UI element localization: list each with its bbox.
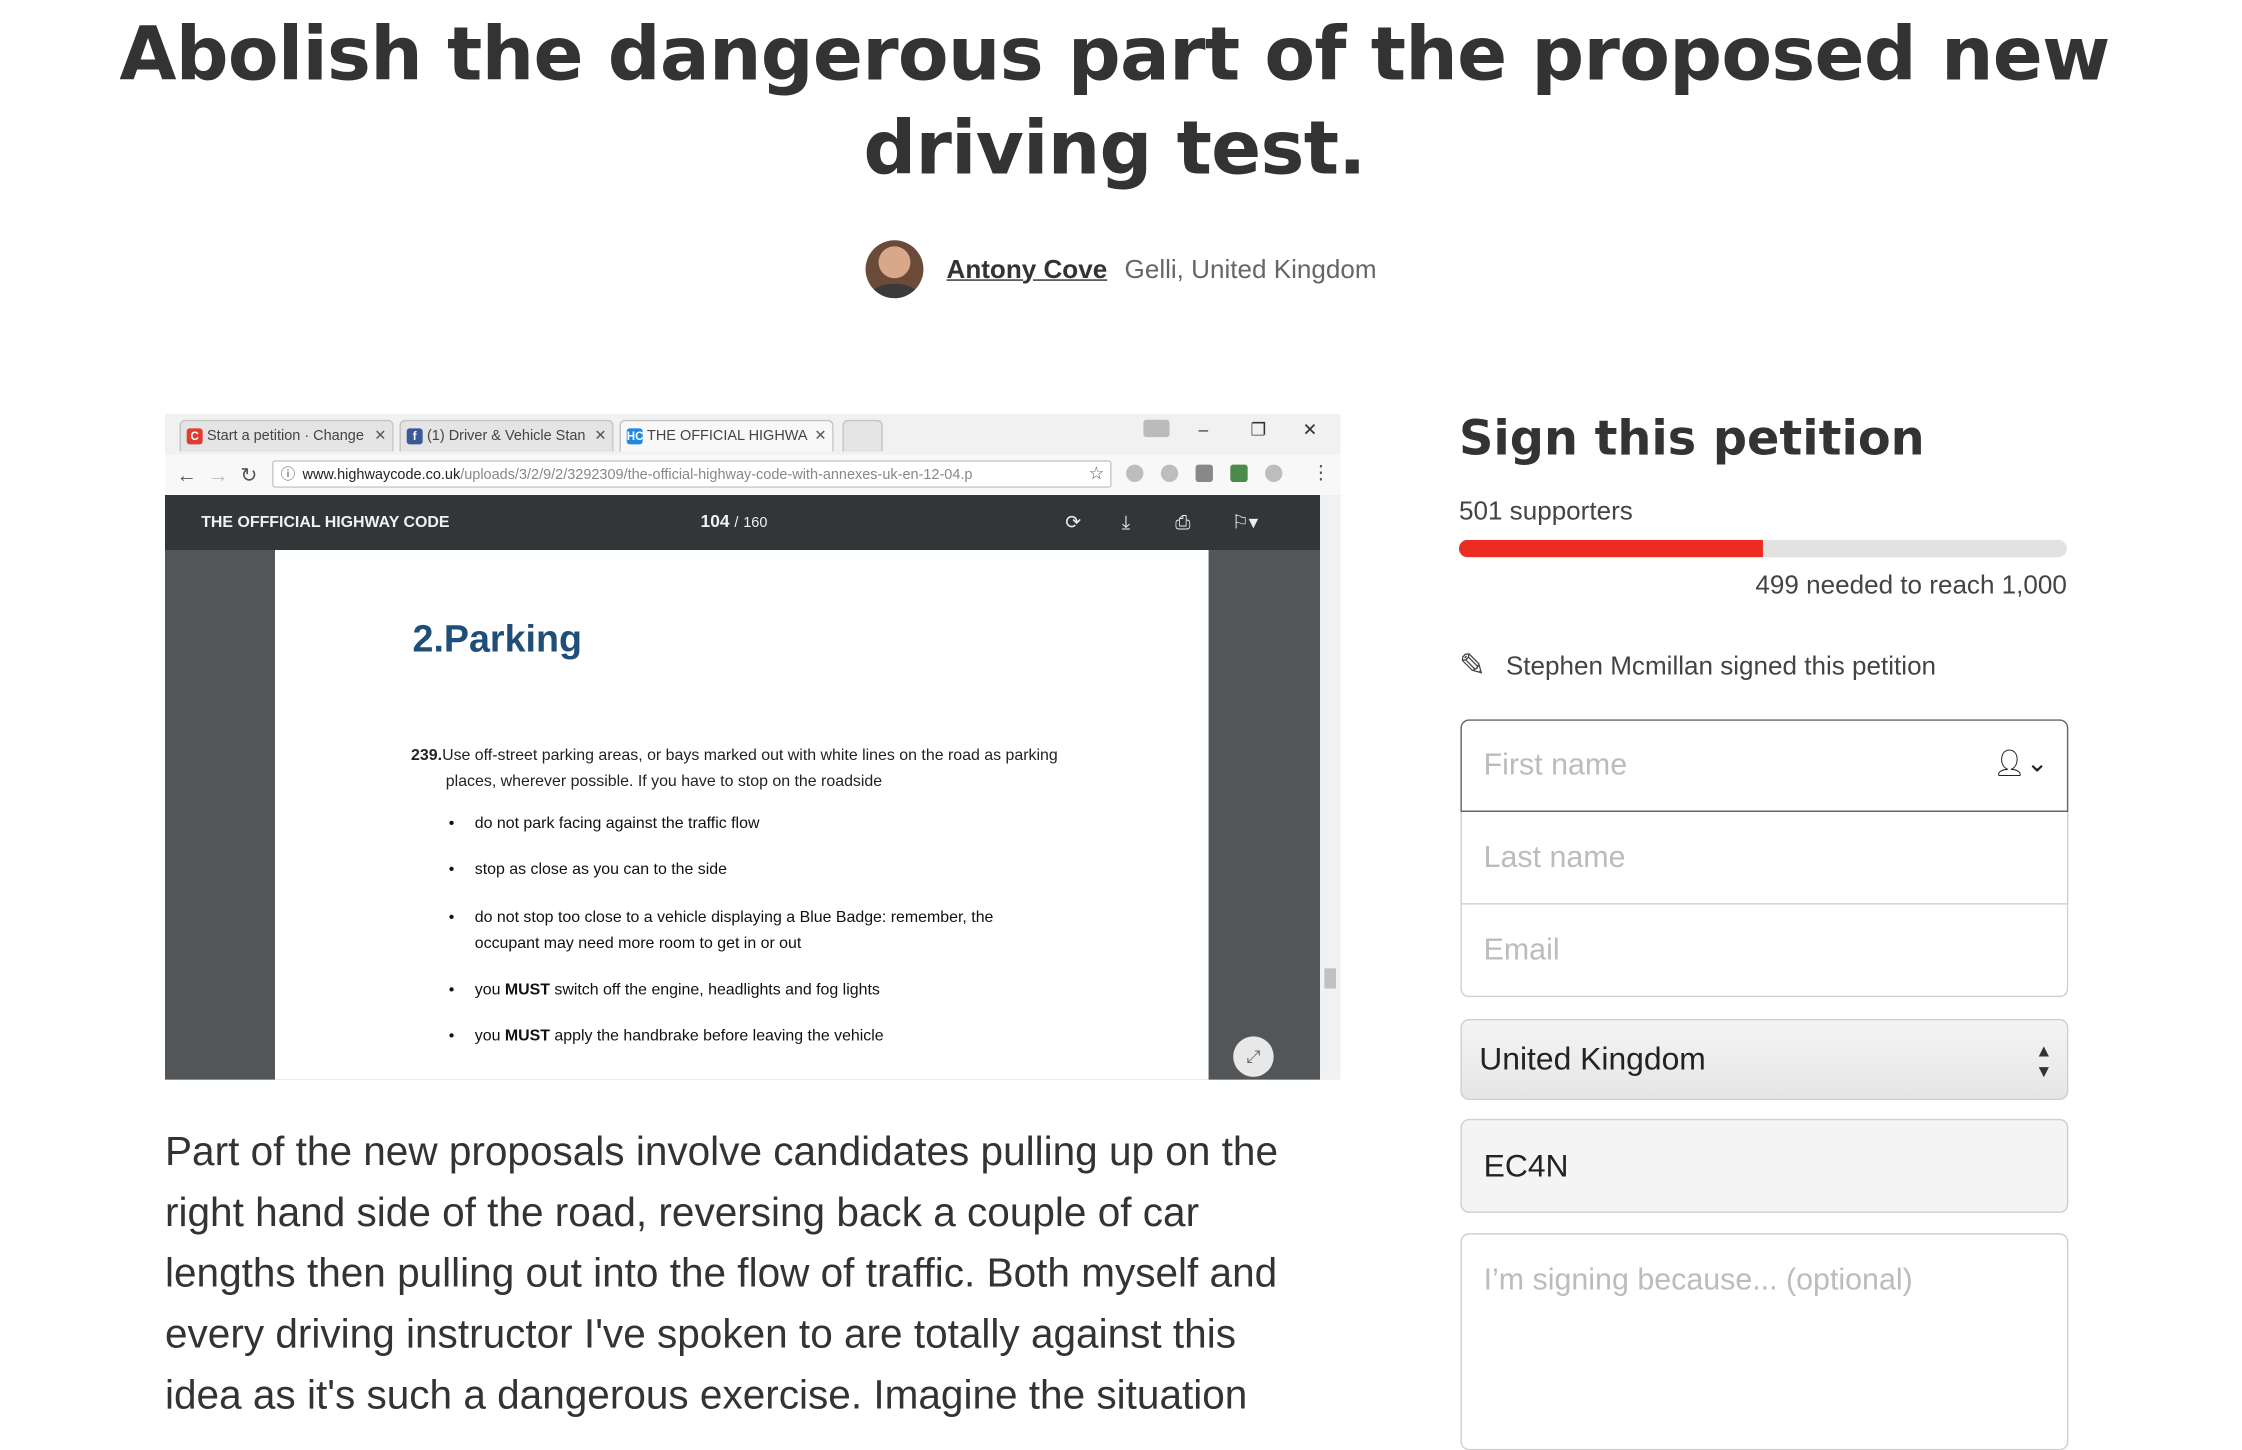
- browser-tab: C Start a petition · Change ✕: [179, 419, 394, 452]
- download-icon: ⤓: [1121, 510, 1131, 533]
- browser-tab-bar: C Start a petition · Change ✕ f (1) Driv…: [165, 413, 1341, 455]
- signer-name-fields: 👤︎⌄: [1460, 719, 2069, 998]
- restore-icon: ❐: [1250, 419, 1267, 441]
- print-icon: ⎙: [1175, 510, 1191, 533]
- rule-text-line-1: 239.Use off-street parking areas, or bay…: [411, 743, 1058, 769]
- supporters-count: 501 supporters: [1458, 496, 1633, 526]
- bullet-item: • do not stop too close to a vehicle disp…: [448, 908, 994, 927]
- email-field[interactable]: [1460, 904, 2069, 998]
- avatar[interactable]: [865, 240, 924, 299]
- recent-signer-text: Stephen Mcmillan signed this petition: [1505, 650, 1937, 680]
- reason-textarea[interactable]: [1460, 1233, 2069, 1450]
- profile-icon: [1143, 419, 1170, 438]
- pdf-page: 2.Parking 239.Use off-street parking are…: [275, 550, 1209, 1080]
- minimize-icon: –: [1198, 419, 1209, 441]
- country-select-value: United Kingdom: [1479, 1040, 1706, 1077]
- menu-dots-icon: ⋮: [1311, 461, 1331, 484]
- page-title: Abolish the dangerous part of the propos…: [119, 13, 2110, 193]
- bookmark-icon: ⚐▾: [1231, 510, 1259, 533]
- extension-icon: [1160, 464, 1179, 482]
- star-icon: ☆: [1088, 463, 1105, 484]
- url-field: ⓘ www.highwaycode.co.uk/uploads/3/2/9/2/3…: [272, 460, 1112, 488]
- url-domain: www.highwaycode.co.uk: [302, 467, 461, 484]
- rule-text: Use off-street parking areas, or bays ma…: [442, 746, 1058, 765]
- extension-icon: [1195, 464, 1213, 482]
- fit-page-icon: ⤢: [1233, 1036, 1274, 1077]
- progress-bar: [1458, 539, 2067, 558]
- browser-tab-label: (1) Driver & Vehicle Stan: [426, 428, 586, 445]
- pdf-page-indicator: 104 / 160: [701, 495, 768, 550]
- author-location: Gelli, United Kingdom: [1124, 254, 1377, 283]
- petition-image: C Start a petition · Change ✕ f (1) Driv…: [165, 413, 1341, 1080]
- forward-icon: →: [208, 463, 229, 487]
- pdf-title: THE OFFFICIAL HIGHWAY CODE: [201, 513, 450, 532]
- pdf-scrollbar: [1320, 495, 1341, 1080]
- back-icon: ←: [176, 463, 197, 487]
- country-select[interactable]: United Kingdom ▲ ▼: [1460, 1018, 2069, 1101]
- bullet-item: • do not park facing against the traffic …: [448, 814, 760, 833]
- petition-page: Abolish the dangerous part of the propos…: [0, 0, 2242, 1450]
- browser-tab-active: HC THE OFFICIAL HIGHWA ✕: [619, 419, 834, 452]
- pencil-icon: ✎: [1458, 646, 1486, 684]
- facebook-favicon-icon: f: [406, 428, 423, 445]
- recent-signer: ✎ Stephen Mcmillan signed this petition: [1459, 647, 1936, 685]
- extension-icon: [1230, 464, 1248, 482]
- signatures-needed: 499 needed to reach 1,000: [1755, 570, 2067, 600]
- close-icon: ✕: [594, 428, 607, 445]
- browser-tab-label: Start a petition · Change: [206, 428, 364, 445]
- sign-petition-heading: Sign this petition: [1458, 409, 1925, 467]
- bullet-item: • you MUST apply the handbrake before lea…: [448, 1027, 884, 1046]
- last-name-field[interactable]: [1460, 811, 2069, 905]
- autofill-person-icon[interactable]: 👤︎⌄: [1993, 748, 2048, 778]
- bullet-item-continuation: occupant may need more room to get in or…: [474, 935, 802, 953]
- first-name-field[interactable]: [1460, 719, 2069, 812]
- close-window-icon: ✕: [1302, 419, 1318, 441]
- bullet-item: • you MUST switch off the engine, headlig…: [448, 981, 880, 999]
- doc-heading: 2.Parking: [412, 616, 582, 661]
- info-icon: ⓘ: [280, 467, 296, 484]
- pdf-page-number: 104: [700, 510, 730, 532]
- browser-tab-label: THE OFFICIAL HIGHWA: [646, 428, 808, 445]
- author-name-link[interactable]: Antony Cove: [947, 254, 1108, 284]
- select-arrows-icon: ▲ ▼: [2035, 1040, 2053, 1082]
- browser-address-bar: ← → ↻ ⓘ www.highwaycode.co.uk/uploads/3/2…: [165, 454, 1341, 497]
- pdf-page-total: 160: [743, 515, 768, 532]
- url-path: /uploads/3/2/9/2/3292309/the-official-hi…: [460, 467, 973, 484]
- petition-body: Part of the new proposals involve candid…: [165, 1128, 1278, 1418]
- pdf-toolbar: THE OFFFICIAL HIGHWAY CODE 104 / 160 ⟳ ⤓…: [165, 495, 1321, 551]
- hc-favicon-icon: HC: [626, 428, 644, 445]
- extension-icon: [1265, 464, 1283, 482]
- bullet-item: • stop as close as you can to the side: [448, 861, 728, 879]
- progress-bar-fill: [1458, 539, 1764, 558]
- rule-text-line-2: places, wherever possible. If you have t…: [445, 772, 883, 791]
- pdf-page-separator: /: [734, 515, 739, 532]
- new-tab-icon: [842, 419, 883, 452]
- rule-number: 239.: [411, 746, 443, 765]
- extension-icon: [1126, 464, 1144, 482]
- close-icon: ✕: [374, 428, 387, 445]
- browser-tab: f (1) Driver & Vehicle Stan ✕: [399, 419, 614, 452]
- change-favicon-icon: C: [186, 428, 203, 445]
- reload-icon: ↻: [240, 463, 258, 487]
- postcode-field[interactable]: [1460, 1118, 2069, 1213]
- rotate-icon: ⟳: [1065, 510, 1082, 533]
- author-line: Antony Cove Gelli, United Kingdom: [0, 240, 2242, 299]
- close-icon: ✕: [814, 428, 827, 445]
